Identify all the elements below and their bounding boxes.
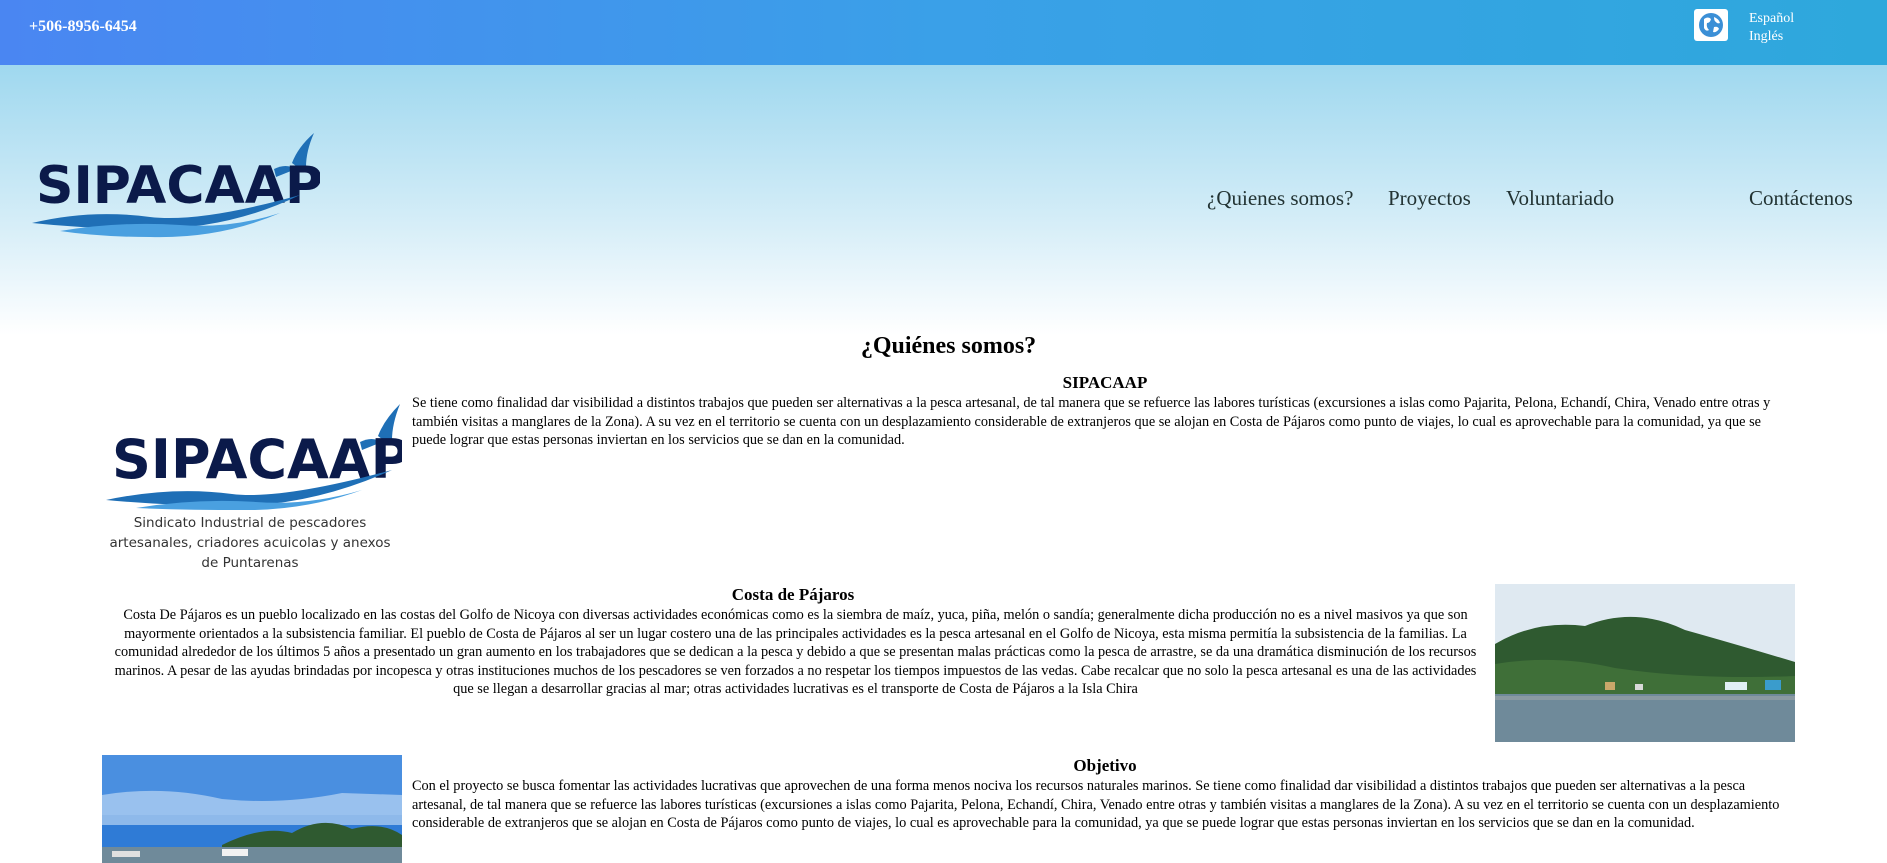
phone-number[interactable]: +506-8956-6454 xyxy=(29,18,137,36)
top-bar: +506-8956-6454 Español Inglés xyxy=(0,0,1887,65)
logo-caption: Sindicato Industrial de pescadores artes… xyxy=(109,515,391,571)
section-text-costa-de-pajaros: Costa De Pájaros es un pueblo localizado… xyxy=(114,607,1477,697)
section-title-sipacaap: SIPACAAP xyxy=(1062,373,1148,392)
section-logo-image: SIPACAAP xyxy=(106,404,402,510)
nav-item-voluntariado[interactable]: Voluntariado xyxy=(1506,186,1614,211)
nav-item-proyectos[interactable]: Proyectos xyxy=(1388,186,1471,211)
nav-item-contactenos[interactable]: Contáctenos xyxy=(1749,186,1853,211)
nav-item-quienes-somos[interactable]: ¿Quienes somos? xyxy=(1207,186,1353,211)
objetivo-photo xyxy=(102,755,402,863)
page-title: ¿Quiénes somos? xyxy=(860,333,1037,359)
language-option-spanish[interactable]: Español xyxy=(1749,10,1794,28)
globe-icon[interactable] xyxy=(1694,9,1728,41)
section-text-objetivo: Con el proyecto se busca fomentar las ac… xyxy=(412,778,1780,831)
sipacaap-logo[interactable]: SIPACAAP xyxy=(30,125,320,240)
logo-text: SIPACAAP xyxy=(36,156,320,216)
site-header: SIPACAAP ¿Quienes somos? Proyectos Volun… xyxy=(0,65,1887,335)
section-title-costa-de-pajaros: Costa de Pájaros xyxy=(731,585,855,604)
language-switcher: Español Inglés xyxy=(1749,10,1794,46)
language-option-english[interactable]: Inglés xyxy=(1749,28,1794,46)
costa-de-pajaros-photo xyxy=(1495,584,1795,742)
section-text-sipacaap: Se tiene como finalidad dar visibilidad … xyxy=(412,395,1771,448)
section-title-objetivo: Objetivo xyxy=(1073,756,1137,775)
